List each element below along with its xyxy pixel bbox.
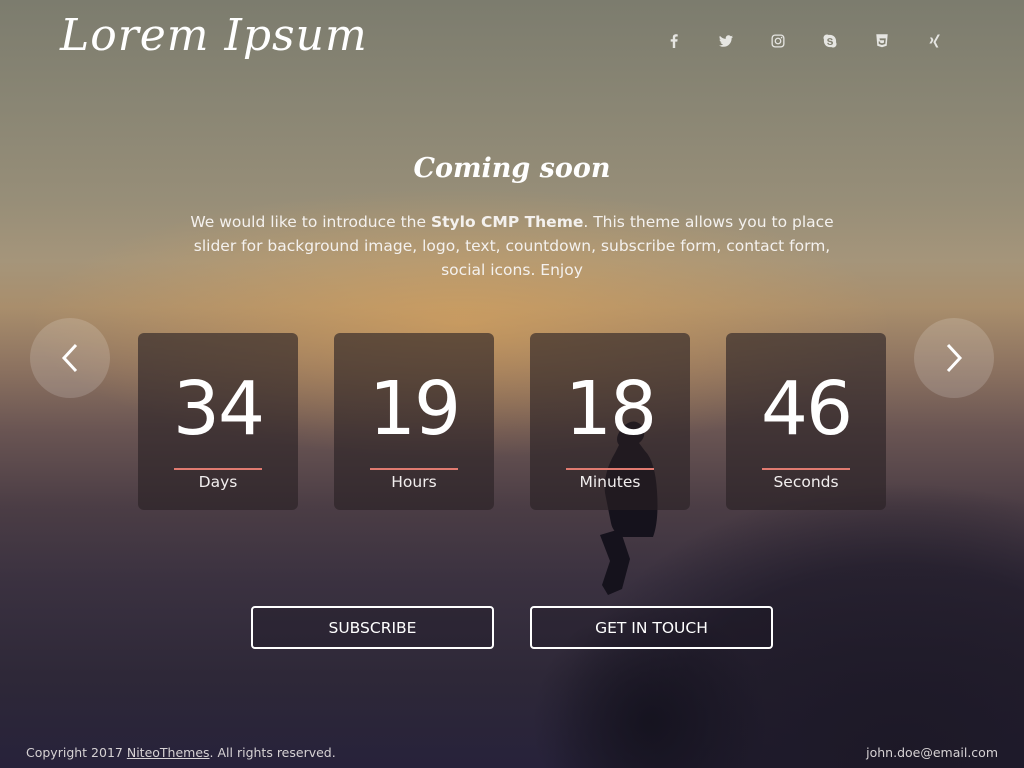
social-links xyxy=(663,30,944,51)
contact-email[interactable]: john.doe@email.com xyxy=(866,745,998,760)
countdown-underline xyxy=(174,468,262,470)
countdown-value: 18 xyxy=(564,366,657,452)
countdown-hours: 19 Hours xyxy=(334,333,494,510)
intro-text: We would like to introduce the Stylo CMP… xyxy=(175,210,849,282)
countdown-label: Seconds xyxy=(773,473,839,491)
intro-text-start: We would like to introduce the xyxy=(190,213,431,231)
html5-icon[interactable] xyxy=(871,30,892,51)
copyright-text: Copyright 2017 xyxy=(26,745,127,760)
get-in-touch-button[interactable]: GET IN TOUCH xyxy=(530,606,773,649)
xing-icon[interactable] xyxy=(923,30,944,51)
copyright-suffix: . All rights reserved. xyxy=(209,745,336,760)
twitter-icon[interactable] xyxy=(715,30,736,51)
copyright: Copyright 2017 NiteoThemes. All rights r… xyxy=(26,745,336,760)
facebook-icon[interactable] xyxy=(663,30,684,51)
countdown-days: 34 Days xyxy=(138,333,298,510)
company-link[interactable]: NiteoThemes xyxy=(127,745,210,760)
site-logo[interactable]: Lorem Ipsum xyxy=(60,10,368,61)
slider-next-button[interactable] xyxy=(914,318,994,398)
countdown-value: 34 xyxy=(172,366,265,452)
slider-prev-button[interactable] xyxy=(30,318,110,398)
countdown-value: 46 xyxy=(760,366,853,452)
instagram-icon[interactable] xyxy=(767,30,788,51)
countdown-underline xyxy=(370,468,458,470)
countdown-label: Minutes xyxy=(579,473,641,491)
subscribe-button[interactable]: SUBSCRIBE xyxy=(251,606,494,649)
chevron-left-icon xyxy=(61,343,78,373)
chevron-right-icon xyxy=(946,343,963,373)
skype-icon[interactable] xyxy=(819,30,840,51)
countdown-underline xyxy=(762,468,850,470)
countdown: 34 Days 19 Hours 18 Minutes 46 Seconds xyxy=(138,333,886,510)
countdown-label: Hours xyxy=(391,473,437,491)
countdown-minutes: 18 Minutes xyxy=(530,333,690,510)
countdown-value: 19 xyxy=(368,366,461,452)
countdown-label: Days xyxy=(198,473,238,491)
intro-theme-name: Stylo CMP Theme xyxy=(430,213,584,231)
countdown-underline xyxy=(566,468,654,470)
countdown-seconds: 46 Seconds xyxy=(726,333,886,510)
headline: Coming soon xyxy=(413,153,611,184)
